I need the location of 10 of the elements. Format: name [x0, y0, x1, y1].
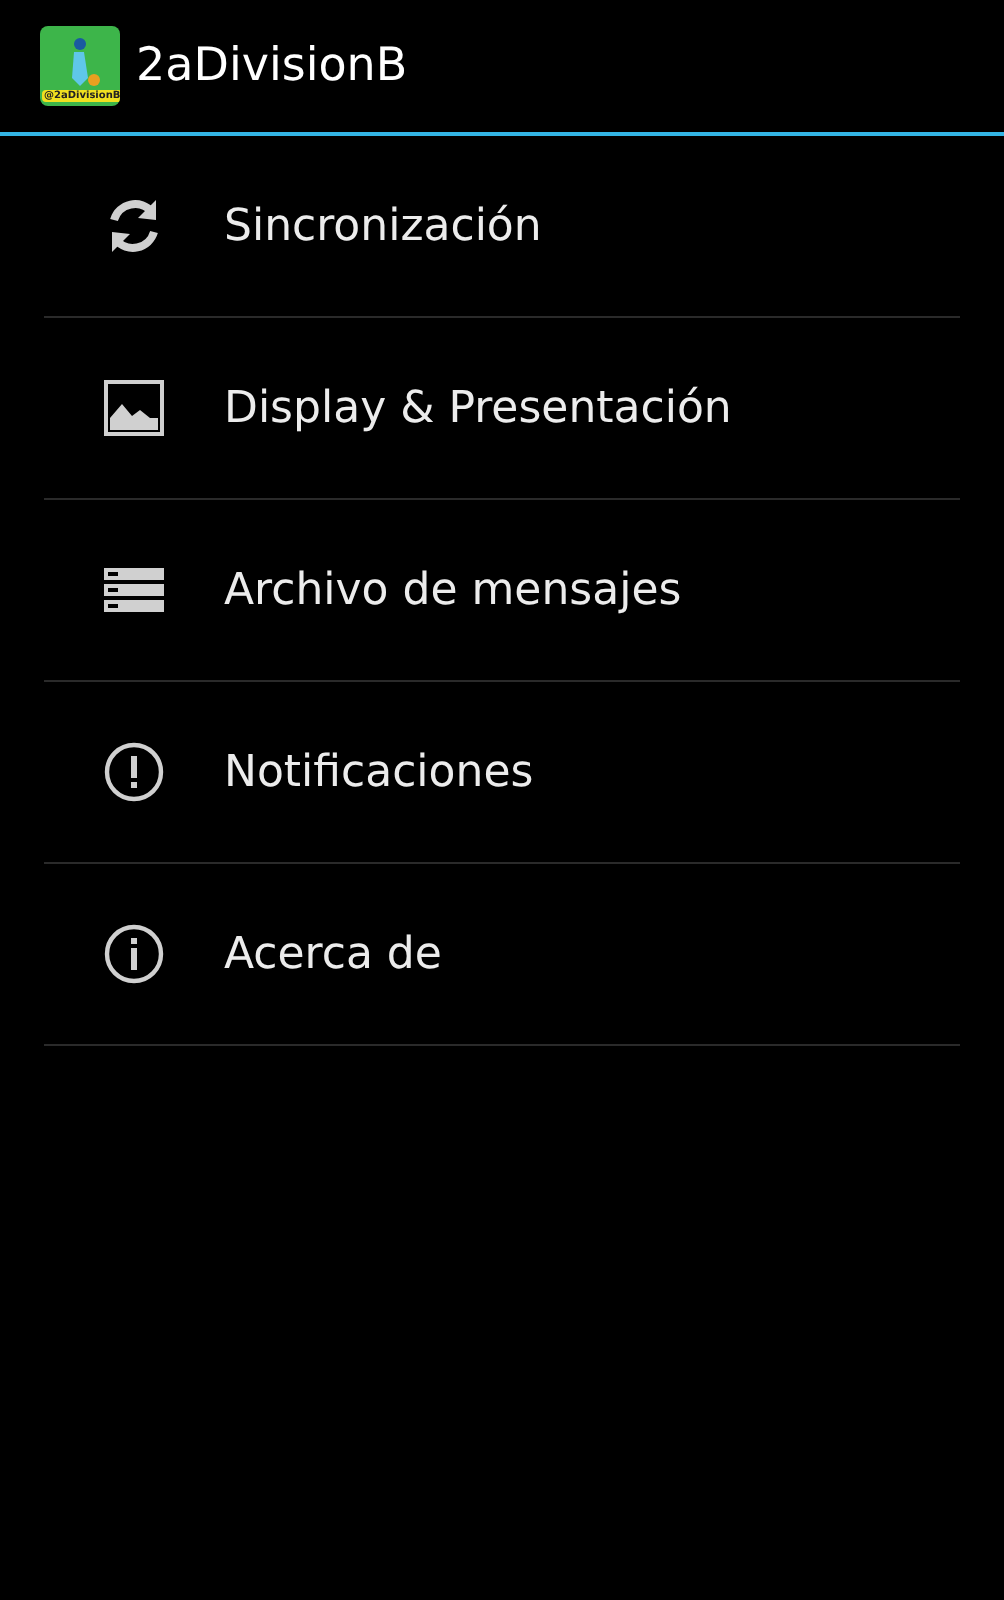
- image-icon: [100, 374, 168, 442]
- menu-item[interactable]: Notificaciones: [224, 739, 534, 805]
- menu-item[interactable]: Sincronización: [224, 193, 542, 259]
- menu-item[interactable]: Acerca de: [224, 921, 442, 987]
- player-drawing: [72, 38, 100, 86]
- app-title: 2aDivisionB: [136, 37, 408, 96]
- menu-item[interactable]: Archivo de mensajes: [224, 557, 682, 623]
- menu-item[interactable]: Display & Presentación: [224, 375, 732, 441]
- info-icon: [100, 920, 168, 988]
- alert-icon: [100, 738, 168, 806]
